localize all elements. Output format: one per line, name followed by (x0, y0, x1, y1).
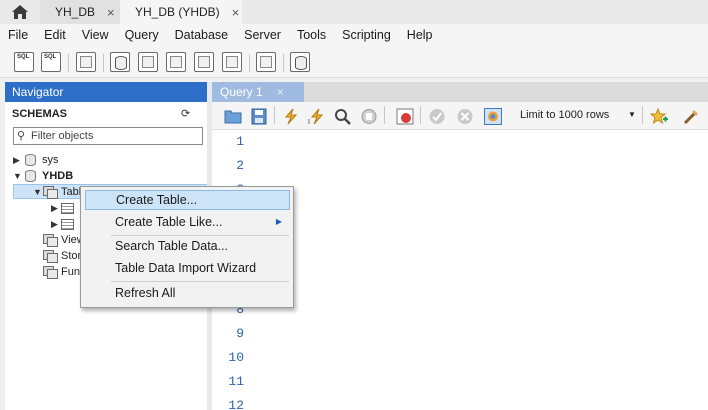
database-icon (25, 154, 36, 166)
close-icon[interactable]: × (277, 85, 284, 99)
schemas-label: SCHEMAS (12, 108, 68, 120)
search-icon: ⚲ (17, 130, 26, 142)
line-number: 9 (236, 326, 244, 341)
menu-item-refresh-all[interactable]: Refresh All (85, 283, 290, 303)
create-table-icon[interactable] (138, 52, 158, 72)
expand-icon[interactable]: ▶ (51, 219, 61, 230)
query-tabbar: Query 1 × (212, 82, 708, 102)
menu-item-import-wizard[interactable]: Table Data Import Wizard (85, 258, 290, 278)
tables-folder-icon (43, 186, 58, 199)
toolbar-divider (283, 54, 284, 72)
commit-icon[interactable] (428, 108, 446, 125)
filter-input[interactable] (31, 129, 199, 143)
connection-tabbar: YH_DB × YH_DB (YHDB) × (0, 0, 708, 24)
collapse-icon[interactable]: ▼ (33, 187, 43, 197)
inspector-icon[interactable] (76, 52, 96, 72)
home-tab[interactable] (0, 0, 40, 24)
rollback-icon[interactable] (456, 108, 474, 125)
open-sql-script-icon[interactable]: SQL (41, 52, 61, 72)
beautify-icon[interactable] (682, 108, 700, 125)
menu-bar: File Edit View Query Database Server Too… (0, 24, 708, 46)
database-icon (25, 170, 36, 182)
line-number: 11 (228, 374, 244, 389)
tab-yh-db[interactable]: YH_DB × (40, 0, 120, 24)
create-procedure-icon[interactable] (194, 52, 214, 72)
submenu-arrow-icon: ▶ (275, 217, 282, 226)
toolbar-divider (420, 106, 421, 124)
toolbar-divider (384, 106, 385, 124)
expand-icon[interactable]: ▶ (51, 203, 61, 214)
chevron-down-icon[interactable]: ▼ (628, 110, 636, 119)
main-toolbar: SQL SQL (0, 46, 708, 78)
line-number: 12 (228, 398, 244, 410)
toolbar-divider (103, 54, 104, 72)
navigator-header: Navigator (5, 82, 207, 102)
menu-query[interactable]: Query (117, 28, 167, 42)
toolbar-divider (274, 106, 275, 124)
table-icon (61, 202, 74, 214)
line-number: 2 (236, 158, 244, 173)
menu-tools[interactable]: Tools (289, 28, 334, 42)
collapse-icon[interactable]: ▼ (13, 171, 23, 181)
tree-item-yhdb[interactable]: ▼ YHDB (13, 168, 73, 184)
open-file-icon[interactable] (224, 108, 242, 125)
search-table-data-icon[interactable] (256, 52, 276, 72)
functions-folder-icon (43, 266, 58, 279)
menu-edit[interactable]: Edit (36, 28, 74, 42)
explain-icon[interactable] (334, 108, 352, 125)
toolbar-divider (642, 106, 643, 124)
autocommit-icon[interactable] (484, 108, 502, 125)
execute-icon[interactable] (282, 108, 300, 125)
menu-view[interactable]: View (74, 28, 117, 42)
close-icon[interactable]: × (107, 5, 115, 20)
menu-database[interactable]: Database (167, 28, 237, 42)
tab-label: Query 1 (220, 85, 263, 99)
stop-icon[interactable] (360, 108, 378, 125)
close-icon[interactable]: × (232, 5, 240, 20)
query-toolbar: I Limit to 1000 rows ▼ (212, 102, 708, 130)
procedures-folder-icon (43, 250, 58, 263)
menu-item-create-table-like[interactable]: Create Table Like... ▶ (85, 212, 290, 232)
schema-name: YHDB (42, 170, 74, 182)
add-snippet-icon[interactable] (650, 108, 668, 125)
svg-text:I: I (308, 119, 310, 125)
save-icon[interactable] (250, 108, 268, 125)
schema-name: sys (42, 154, 59, 166)
toggle-error-stop-icon[interactable] (396, 108, 414, 125)
menu-divider (111, 281, 289, 282)
context-menu: Create Table... Create Table Like... ▶ S… (80, 186, 294, 308)
refresh-icon[interactable]: ⟳ (181, 107, 190, 120)
tree-item-table[interactable]: ▶ (51, 216, 78, 232)
new-sql-tab-icon[interactable]: SQL (14, 52, 34, 72)
create-function-icon[interactable] (222, 52, 242, 72)
tab-label: YH_DB (YHDB) (135, 5, 220, 19)
menu-item-label: Create Table Like... (115, 215, 223, 229)
menu-server[interactable]: Server (236, 28, 289, 42)
toolbar-divider (68, 54, 69, 72)
menu-item-search-table-data[interactable]: Search Table Data... (85, 236, 290, 256)
views-folder-icon (43, 234, 58, 247)
menu-file[interactable]: File (0, 28, 36, 42)
line-number: 10 (228, 350, 244, 365)
create-view-icon[interactable] (166, 52, 186, 72)
tree-item-table[interactable]: ▶ (51, 200, 78, 216)
expand-icon[interactable]: ▶ (13, 155, 23, 166)
menu-help[interactable]: Help (399, 28, 441, 42)
toolbar-divider (249, 54, 250, 72)
tab-label: YH_DB (55, 5, 96, 19)
table-icon (61, 218, 74, 230)
create-schema-icon[interactable] (110, 52, 130, 72)
home-icon (12, 5, 28, 19)
limit-rows-select[interactable]: Limit to 1000 rows (520, 109, 609, 121)
menu-scripting[interactable]: Scripting (334, 28, 399, 42)
filter-box: ⚲ (13, 127, 203, 145)
tab-query-1[interactable]: Query 1 × (212, 82, 304, 102)
line-number: 1 (236, 134, 244, 149)
tab-yh-db-yhdb[interactable]: YH_DB (YHDB) × (120, 0, 242, 24)
reconnect-icon[interactable] (290, 52, 310, 72)
tree-item-sys[interactable]: ▶ sys (13, 152, 59, 168)
execute-current-icon[interactable]: I (308, 108, 326, 125)
menu-item-create-table[interactable]: Create Table... (85, 190, 290, 210)
